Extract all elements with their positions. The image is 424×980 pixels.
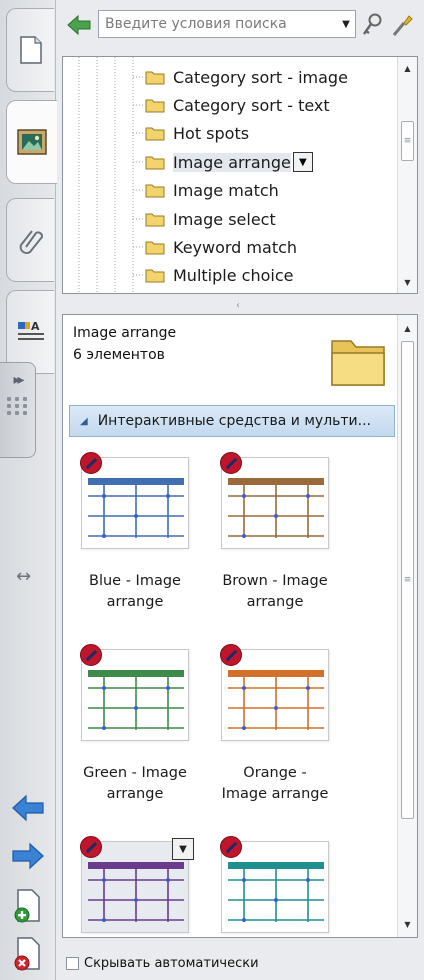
autohide-checkbox[interactable]: Скрывать автоматически [66,956,259,971]
horizontal-resize-icon[interactable]: ↔ [16,566,31,587]
folder-icon [145,156,165,170]
item-menu-dropdown-icon[interactable]: ▼ [172,838,194,860]
double-chevron-right-icon: ▸▸ [13,372,24,388]
tab-gallery[interactable] [6,100,57,184]
folder-icon [145,213,165,227]
thumbnail [220,836,329,933]
folder-icon [331,340,385,386]
search-dropdown-arrow-icon[interactable]: ▼ [337,12,355,36]
folder-icon [145,269,165,283]
tree-item-selected[interactable]: Image arrange ▼ [145,149,313,175]
collapse-triangle-icon[interactable]: ◢ [80,416,88,427]
tree-item[interactable]: Category sort - text [145,92,330,118]
tree-scrollbar[interactable]: ▲ ≡ ▼ [397,57,417,293]
tree-item[interactable]: Image select [145,206,276,232]
search-key-icon[interactable] [360,12,384,38]
folder-icon [145,184,165,198]
gallery-item-selected[interactable]: ▼ [65,836,205,937]
properties-icon: A [17,320,44,340]
folder-icon [145,99,165,113]
search-input[interactable] [99,12,337,36]
add-page-icon[interactable] [12,888,44,924]
svg-text:A: A [31,320,40,333]
folder-icon [145,127,165,141]
scroll-thumb[interactable]: ≡ [401,121,414,161]
gallery-title: Image arrange [73,325,177,341]
flash-badge-icon [80,452,102,474]
thumbnail [220,452,329,549]
thumbnail [220,644,329,741]
gallery-image-icon [17,129,47,155]
splitter-grip-icon[interactable]: ‹ [236,300,240,311]
gallery-item[interactable]: Brown - Image arrange [205,452,345,613]
folder-icon [145,71,165,85]
flash-badge-icon [220,452,242,474]
scroll-up-icon[interactable]: ▲ [398,59,417,77]
gallery-content: Image arrange 6 элементов ◢ Интерактивны… [62,314,418,938]
arrow-left-icon[interactable] [10,792,46,824]
tab-page-sorter[interactable] [6,8,54,92]
search-box[interactable]: ▼ [98,10,356,38]
category-header[interactable]: ◢ Интерактивные средства и мульти... [69,405,395,437]
scroll-up-icon[interactable]: ▲ [398,319,417,337]
gallery-item[interactable]: Blue - Image arrange [65,452,205,613]
checkbox-box[interactable] [66,957,79,970]
folder-icon [145,241,165,255]
flash-badge-icon [80,836,102,858]
gallery-item-count: 6 элементов [73,347,165,363]
gallery-scrollbar[interactable]: ▲ ≡ ▼ [397,315,417,937]
gallery-tree[interactable]: Category sort - image Category sort - te… [62,56,418,294]
gallery-item[interactable] [205,836,345,937]
thumbnail [80,452,189,549]
thumbnail: ▼ [80,836,194,933]
tree-item[interactable]: Multiple choice [145,262,293,288]
gallery-item[interactable]: Orange - Image arrange [205,644,345,805]
wrench-icon[interactable] [390,12,414,38]
item-menu-dropdown-icon[interactable]: ▼ [292,152,313,172]
tree-item[interactable]: Hot spots [145,120,249,146]
scroll-thumb[interactable]: ≡ [401,341,414,819]
flash-badge-icon [80,644,102,666]
thumbnail [80,644,189,741]
page-icon [19,36,42,64]
green-back-arrow-icon[interactable] [66,14,92,36]
tree-item[interactable]: Category sort - image [145,64,348,90]
sidebar-tab-strip: A ▸▸ ↔ [0,0,57,980]
grip-dots [7,397,28,415]
tab-attachments[interactable] [6,198,54,282]
scroll-down-icon[interactable]: ▼ [398,915,417,933]
delete-page-icon[interactable] [12,936,44,972]
arrow-right-icon[interactable] [10,840,46,872]
flash-badge-icon [220,836,242,858]
scroll-down-icon[interactable]: ▼ [398,273,417,291]
collapse-handle[interactable]: ▸▸ [0,362,36,458]
tree-item[interactable]: Image match [145,177,279,203]
tree-item[interactable]: Keyword match [145,234,297,260]
flash-badge-icon [220,644,242,666]
paperclip-icon [19,230,43,255]
gallery-item[interactable]: Green - Image arrange [65,644,205,805]
